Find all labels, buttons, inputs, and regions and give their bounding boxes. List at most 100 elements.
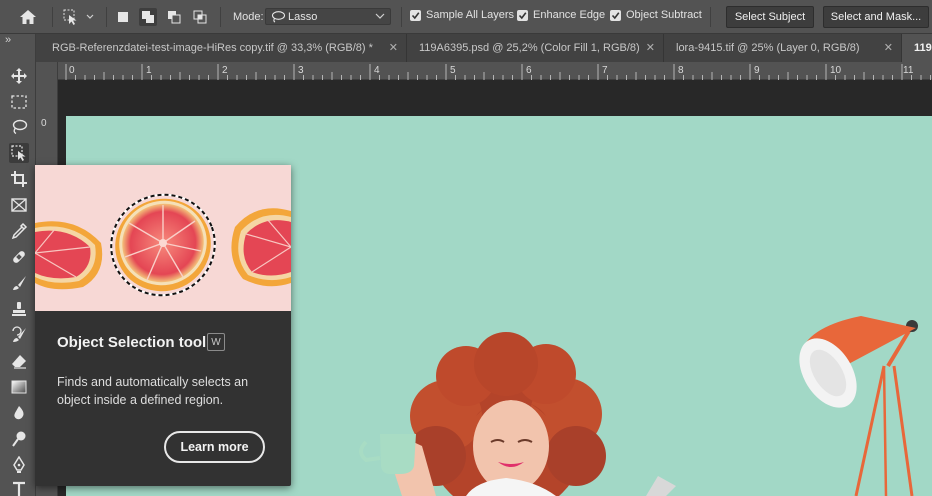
- dodge-tool-icon: [12, 431, 26, 447]
- frame-tool-button[interactable]: [9, 195, 29, 215]
- document-tab-3[interactable]: lora-9415.tif @ 25% (Layer 0, RGB/8) ✕: [664, 34, 902, 62]
- object-selection-tool-button[interactable]: [9, 143, 29, 163]
- enhance-edge-label: Enhance Edge: [533, 9, 606, 21]
- brush-tool-button[interactable]: [9, 273, 29, 293]
- horizontal-ruler[interactable]: 0 1 2 3 4 5 6 7 8 9 10 11: [58, 62, 932, 80]
- select-subject-button[interactable]: Select Subject: [726, 6, 814, 28]
- document-tab-1[interactable]: RGB-Referenzdatei-test-image-HiRes copy.…: [40, 34, 407, 62]
- checkbox-checked-icon: [610, 9, 621, 21]
- healing-brush-tool-button[interactable]: [9, 247, 29, 267]
- new-selection-icon: [118, 12, 128, 22]
- enhance-edge-checkbox[interactable]: Enhance Edge: [517, 9, 605, 21]
- separator: [220, 7, 221, 27]
- shortcut-key-badge: W: [207, 333, 225, 351]
- ruler-number: 1: [146, 65, 152, 76]
- tab-label: RGB-Referenzdatei-test-image-HiRes copy.…: [52, 42, 373, 54]
- separator: [106, 7, 107, 27]
- intersect-selection-button[interactable]: [191, 8, 209, 26]
- subtract-from-selection-button[interactable]: [165, 8, 183, 26]
- move-tool-button[interactable]: [9, 66, 29, 86]
- home-button[interactable]: [17, 7, 39, 27]
- subtract-from-selection-icon: [168, 11, 181, 24]
- checkbox-checked-icon: [410, 9, 421, 21]
- close-icon[interactable]: ✕: [389, 41, 398, 54]
- clone-stamp-tool-button[interactable]: [9, 299, 29, 319]
- tooltip-description: Finds and automatically selects an objec…: [57, 375, 249, 407]
- object-subtract-checkbox[interactable]: Object Subtract: [610, 9, 702, 21]
- sample-all-layers-checkbox[interactable]: Sample All Layers: [410, 9, 514, 21]
- marquee-tool-button[interactable]: [9, 92, 29, 112]
- ruler-number: 8: [678, 65, 684, 76]
- toolbar-collapse-icon[interactable]: »: [5, 34, 11, 46]
- ruler-number: 0: [41, 118, 47, 129]
- object-selection-preset-icon: [63, 9, 94, 25]
- crop-tool-icon: [11, 171, 27, 187]
- healing-brush-tool-icon: [13, 251, 25, 263]
- marquee-tool-icon: [11, 95, 27, 109]
- tab-label: 119A6395.psd @ 25,2% (Color Fill 1, RGB/…: [419, 42, 640, 54]
- tool-preset-picker[interactable]: [60, 7, 100, 27]
- tooltip-grapefruit-image: [35, 165, 291, 311]
- move-tool-icon: [11, 68, 27, 84]
- dodge-tool-button[interactable]: [9, 429, 29, 449]
- lasso-tool-button[interactable]: [9, 117, 29, 137]
- eyedropper-tool-icon: [11, 222, 28, 240]
- clone-stamp-tool-icon: [12, 302, 26, 316]
- tooltip-title: Object Selection tool: [57, 334, 207, 351]
- intersect-selection-icon: [193, 10, 207, 24]
- pen-tool-button[interactable]: [9, 455, 29, 475]
- mode-select-value: Lasso: [288, 11, 318, 23]
- ruler-number: 7: [602, 65, 608, 76]
- lasso-icon: [271, 11, 286, 23]
- pen-tool-icon: [13, 456, 25, 473]
- add-to-selection-icon: [142, 11, 154, 23]
- grapefruit-illustration: [35, 193, 291, 297]
- home-icon: [20, 10, 36, 24]
- chevron-down-icon: [375, 13, 385, 19]
- lasso-tool-icon: [12, 119, 28, 135]
- separator: [52, 7, 53, 27]
- history-brush-tool-icon: [12, 326, 26, 342]
- crop-tool-button[interactable]: [9, 169, 29, 189]
- document-tab-2[interactable]: 119A6395.psd @ 25,2% (Color Fill 1, RGB/…: [407, 34, 664, 62]
- object-selection-tool-icon: [11, 145, 26, 161]
- object-subtract-label: Object Subtract: [626, 9, 702, 21]
- ruler-number: 9: [754, 65, 760, 76]
- separator: [401, 7, 402, 27]
- ruler-number: 2: [222, 65, 228, 76]
- ruler-number: 11: [903, 65, 914, 76]
- eraser-tool-icon: [12, 355, 26, 369]
- add-to-selection-button[interactable]: [139, 8, 157, 26]
- ruler-number: 10: [830, 65, 842, 76]
- eraser-tool-button[interactable]: [9, 351, 29, 371]
- eyedropper-tool-button[interactable]: [9, 221, 29, 241]
- blur-tool-icon: [14, 406, 24, 420]
- type-tool-button[interactable]: [9, 479, 29, 496]
- close-icon[interactable]: ✕: [884, 41, 893, 54]
- history-brush-tool-button[interactable]: [9, 325, 29, 345]
- type-tool-icon: [13, 481, 25, 496]
- close-icon[interactable]: ✕: [646, 41, 655, 54]
- ruler-number: 3: [298, 65, 304, 76]
- gradient-tool-icon: [11, 380, 27, 394]
- ruler-number: 0: [69, 65, 75, 76]
- new-selection-button[interactable]: [114, 8, 132, 26]
- blur-tool-button[interactable]: [9, 403, 29, 423]
- tool-tooltip: Object Selection tool W Finds and automa…: [35, 165, 291, 486]
- options-bar: Mode: Lasso Sample All Layers Enhance Ed…: [0, 0, 932, 34]
- tab-label: 119A: [914, 42, 932, 54]
- tab-label: lora-9415.tif @ 25% (Layer 0, RGB/8): [676, 42, 860, 54]
- learn-more-button[interactable]: Learn more: [164, 431, 265, 463]
- select-and-mask-button[interactable]: Select and Mask...: [823, 6, 929, 28]
- gradient-tool-button[interactable]: [9, 377, 29, 397]
- sample-all-layers-label: Sample All Layers: [426, 9, 515, 21]
- frame-tool-icon: [11, 198, 27, 212]
- woman-figure: [359, 332, 676, 496]
- mode-select[interactable]: Lasso: [265, 8, 391, 25]
- orange-lamp: [799, 316, 918, 496]
- mode-label: Mode:: [233, 11, 264, 23]
- checkbox-checked-icon: [517, 9, 528, 21]
- ruler-number: 6: [526, 65, 532, 76]
- toolbar: »: [0, 34, 36, 496]
- document-tab-4-active[interactable]: 119A: [902, 34, 932, 62]
